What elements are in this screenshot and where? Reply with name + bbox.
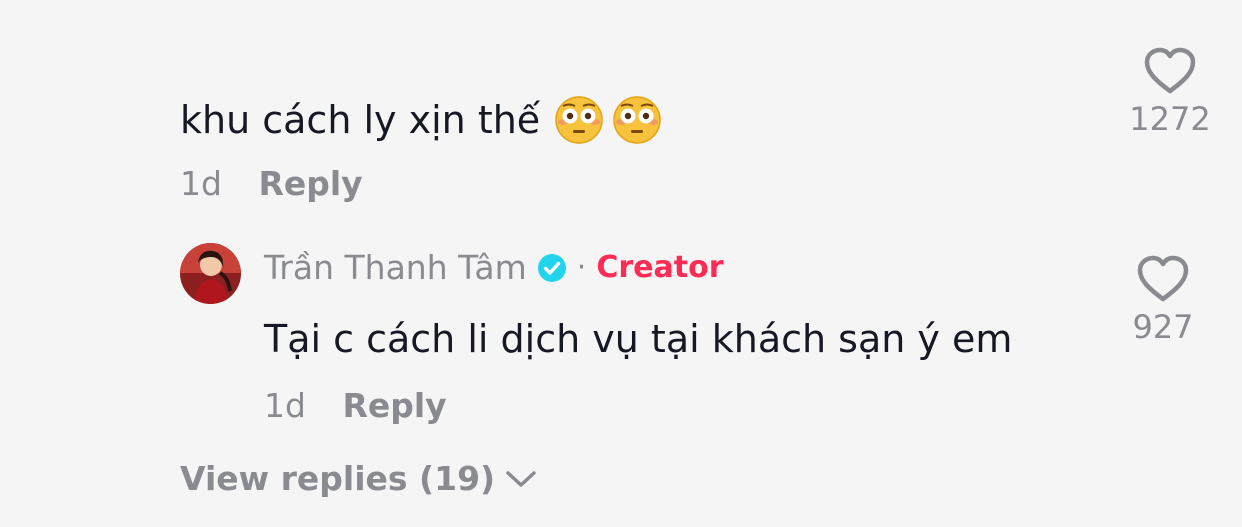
- reply-meta: 1d Reply: [264, 386, 447, 425]
- reply-text: Tại c cách li dịch vụ tại khách sạn ý em: [264, 317, 1013, 361]
- verified-badge-icon: [537, 253, 566, 282]
- reply-author-name[interactable]: Trần Thanh Tâm: [264, 248, 527, 287]
- avatar[interactable]: [180, 243, 241, 304]
- heart-outline-icon: [1144, 47, 1196, 94]
- reply-like-count: 927: [1132, 308, 1194, 346]
- separator-dot: ·: [576, 250, 587, 285]
- comment-text: khu cách ly xịn thế: [180, 98, 541, 142]
- reply-time: 1d: [264, 386, 306, 425]
- comment-time: 1d: [180, 164, 222, 203]
- comment-text-row: khu cách ly xịn thế: [180, 94, 662, 146]
- heart-outline-icon: [1137, 255, 1189, 302]
- comment-reply-button[interactable]: Reply: [258, 164, 362, 203]
- creator-avatar-image: [180, 243, 241, 304]
- view-replies-button[interactable]: View replies (19): [180, 459, 537, 498]
- comment-like-count: 1272: [1129, 100, 1211, 138]
- view-replies-label: View replies (19): [180, 459, 496, 498]
- flushed-face-emoji-icon: [555, 96, 603, 144]
- flushed-face-emoji-icon: [613, 96, 661, 144]
- comment-like-button[interactable]: 1272: [1115, 46, 1225, 138]
- reply-reply-button[interactable]: Reply: [342, 386, 446, 425]
- reply-author-row: Trần Thanh Tâm · Creator: [264, 248, 724, 287]
- reply-like-button[interactable]: 927: [1108, 254, 1218, 346]
- chevron-down-icon: [506, 470, 536, 487]
- comment-meta: 1d Reply: [180, 164, 363, 203]
- creator-badge: Creator: [596, 250, 724, 285]
